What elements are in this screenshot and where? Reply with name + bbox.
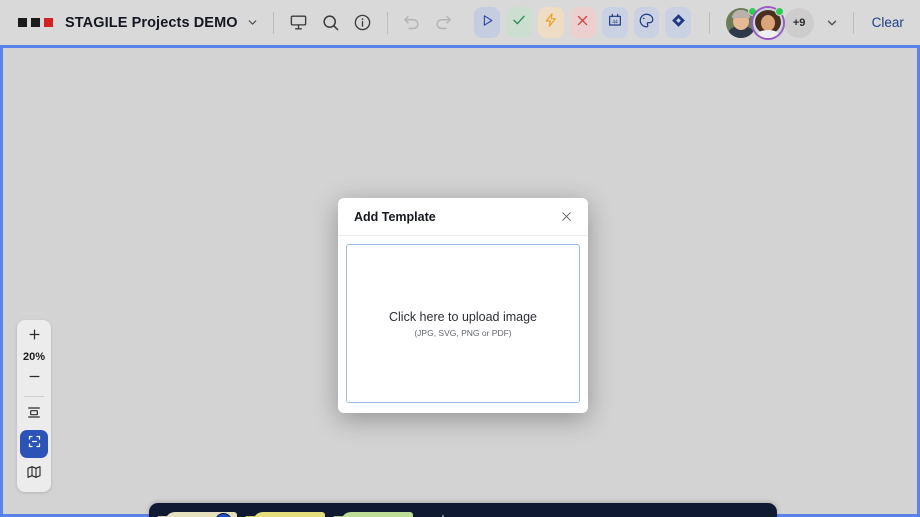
lightning-icon	[543, 12, 559, 33]
pen-cone-icon[interactable]	[425, 508, 461, 517]
canvas-area[interactable]: 20% Add Template Click here to upload im…	[0, 45, 920, 517]
logo-square-3	[44, 18, 53, 27]
done-status-button[interactable]	[506, 7, 533, 38]
play-icon	[480, 13, 495, 33]
logo-square-1	[18, 18, 27, 27]
add-template-dialog: Add Template Click here to upload image …	[338, 198, 588, 413]
map-icon	[26, 464, 42, 485]
search-icon[interactable]	[318, 8, 343, 38]
cross-icon	[575, 13, 590, 33]
divider	[24, 396, 44, 397]
fit-width-icon	[26, 404, 42, 425]
dropzone-primary-text: Click here to upload image	[389, 309, 537, 324]
app-logo[interactable]	[18, 18, 53, 27]
blocked-status-button[interactable]	[538, 7, 564, 38]
avatar-overflow-count[interactable]: +9	[784, 7, 815, 38]
dock-card-2[interactable]	[243, 508, 329, 517]
diamond-icon	[670, 12, 687, 34]
dialog-header: Add Template	[338, 198, 588, 236]
zoom-toolbar: 20%	[17, 320, 51, 492]
fit-screen-button[interactable]	[20, 430, 48, 458]
avatar-user-1[interactable]	[726, 6, 758, 38]
calendar-44-icon: 44	[607, 12, 623, 33]
avatar-chevron-down-icon[interactable]	[824, 13, 841, 33]
palette-button[interactable]	[633, 7, 660, 38]
present-icon[interactable]	[286, 8, 311, 38]
dropzone-secondary-text: (JPG, SVG, PNG or PDF)	[414, 327, 512, 338]
online-dot	[775, 6, 785, 16]
close-icon[interactable]	[556, 207, 576, 227]
top-toolbar: STAGILE Projects DEMO 44 +9 Clear	[0, 0, 920, 45]
check-icon	[511, 12, 527, 33]
upload-dropzone[interactable]: Click here to upload image (JPG, SVG, PN…	[346, 244, 580, 403]
minimap-button[interactable]	[19, 461, 49, 487]
avatar-group[interactable]: +9	[726, 6, 815, 38]
cancelled-status-button[interactable]	[569, 7, 596, 38]
dock-card-3[interactable]	[331, 508, 417, 517]
play-status-button[interactable]	[474, 7, 501, 38]
card-front-sheet	[341, 512, 413, 517]
undo-icon[interactable]	[399, 8, 424, 38]
dialog-title: Add Template	[354, 209, 436, 224]
chevron-down-icon[interactable]	[245, 13, 262, 33]
divider	[852, 11, 854, 34]
diamond-button[interactable]	[665, 7, 692, 38]
redo-icon[interactable]	[431, 8, 456, 38]
bottom-dock: Templates	[149, 503, 777, 517]
zoom-out-button[interactable]	[19, 366, 49, 392]
svg-text:44: 44	[612, 20, 618, 26]
zoom-in-button[interactable]	[19, 324, 49, 350]
info-icon[interactable]	[350, 8, 375, 38]
fit-width-button[interactable]	[19, 401, 49, 427]
fit-screen-icon	[27, 434, 42, 454]
palette-icon	[638, 12, 655, 34]
project-title: STAGILE Projects DEMO	[65, 14, 238, 31]
dock-card-1[interactable]	[155, 508, 241, 517]
divider	[709, 11, 711, 34]
app-root: STAGILE Projects DEMO 44 +9 Clear 20% Ad…	[0, 0, 920, 517]
calendar-button[interactable]: 44	[601, 7, 628, 38]
divider	[273, 11, 275, 34]
zoom-level-label: 20%	[22, 351, 46, 363]
divider	[386, 11, 388, 34]
clear-button[interactable]: Clear	[866, 11, 910, 34]
avatar-user-2[interactable]	[753, 6, 785, 38]
minus-icon	[27, 369, 42, 389]
plus-icon	[27, 327, 42, 347]
card-front-sheet	[253, 512, 325, 517]
logo-square-2	[31, 18, 40, 27]
